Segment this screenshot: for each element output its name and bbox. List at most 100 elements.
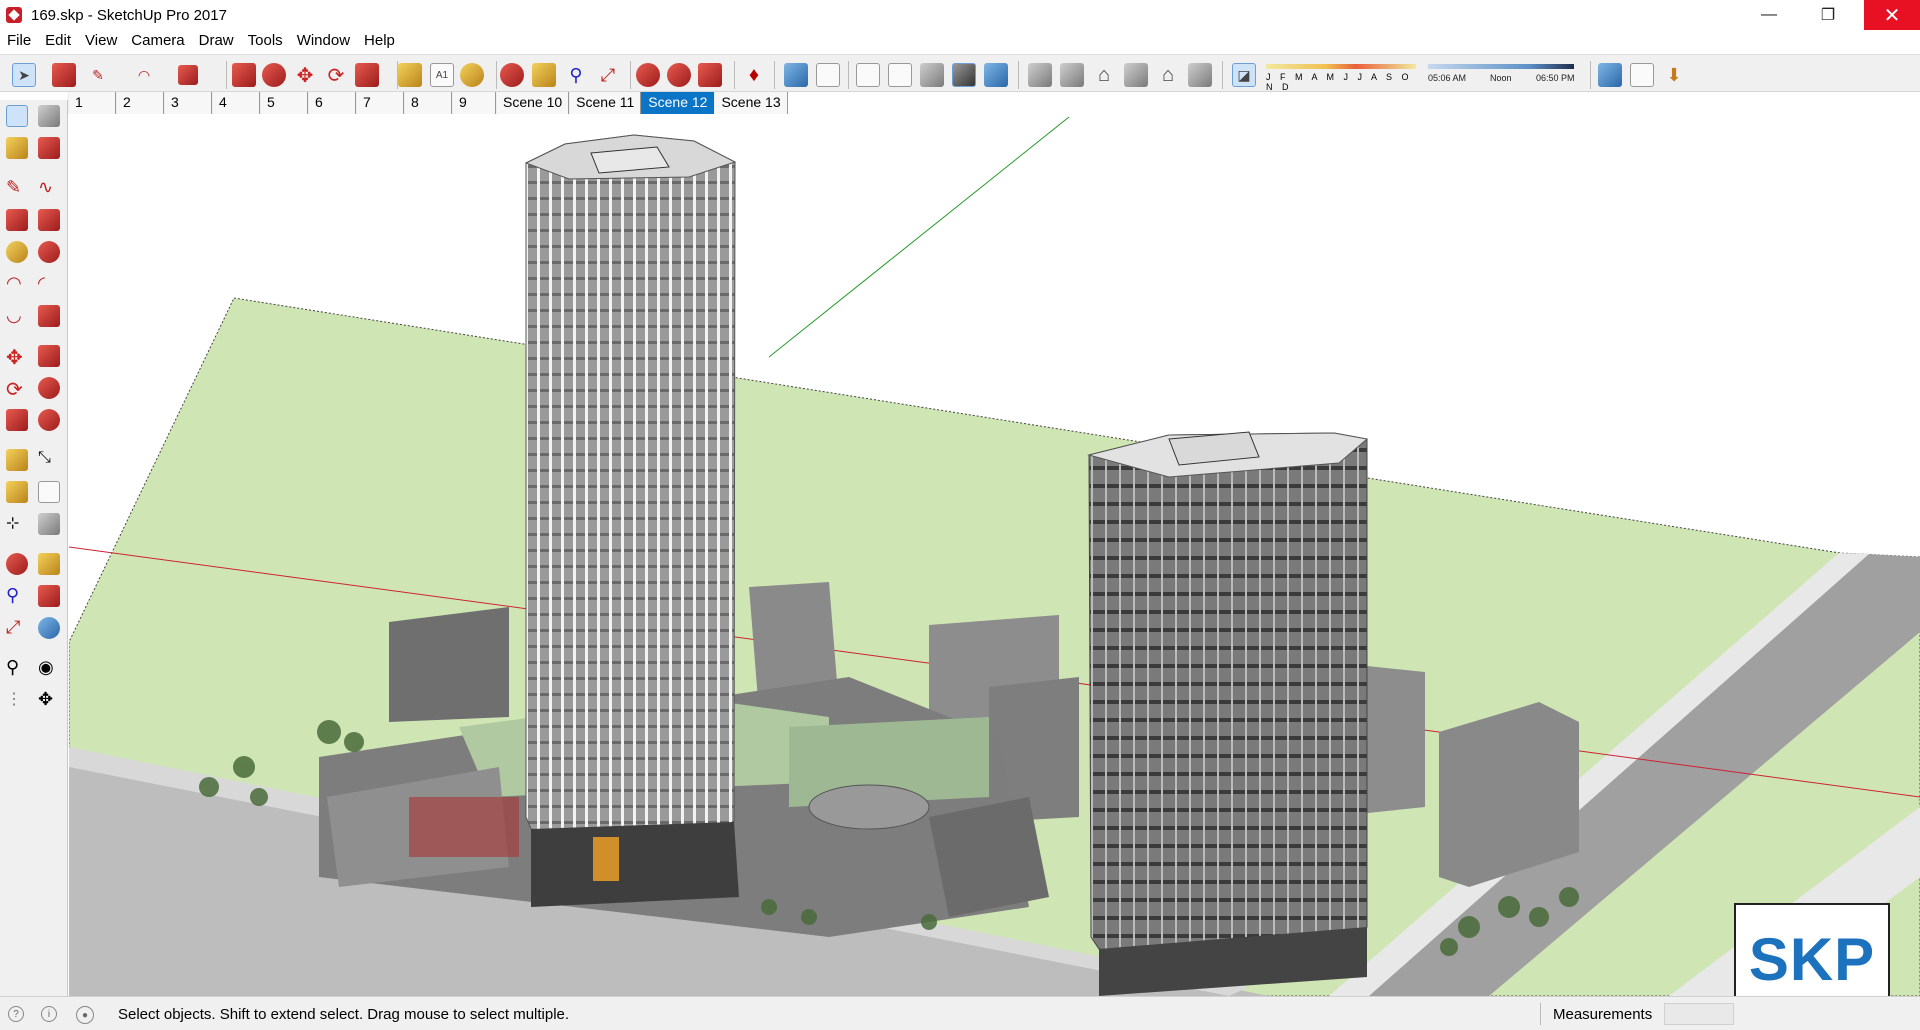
wireframe-icon[interactable]	[856, 63, 880, 87]
follow-me-tool-icon[interactable]	[38, 377, 60, 399]
ruby-icon[interactable]: ♦	[742, 63, 766, 87]
section-plane-icon[interactable]: ✥	[38, 689, 60, 711]
select-icon[interactable]: ➤	[12, 63, 36, 87]
time-slider[interactable]	[1428, 64, 1574, 69]
scene-tab-12[interactable]: Scene 12	[641, 92, 715, 114]
eraser-icon[interactable]	[52, 63, 76, 87]
scene-tab-11[interactable]: Scene 11	[569, 92, 642, 114]
scene-tab-6[interactable]: 6	[308, 92, 356, 114]
scene-tab-13[interactable]: Scene 13	[714, 92, 788, 114]
back-view-icon[interactable]: ⌂	[1156, 63, 1180, 87]
push-pull-icon[interactable]	[232, 63, 256, 87]
scene-tab-7[interactable]: 7	[356, 92, 404, 114]
axes-tool-icon[interactable]: ⊹	[6, 513, 28, 535]
scene-tab-10[interactable]: Scene 10	[496, 92, 570, 114]
polygon-tool-icon[interactable]	[38, 241, 60, 263]
follow-me-icon[interactable]	[262, 63, 286, 87]
measurements-input[interactable]	[1664, 1003, 1734, 1025]
layout-icon[interactable]	[698, 63, 722, 87]
back-edges-icon[interactable]	[816, 63, 840, 87]
add-location-icon[interactable]	[1598, 63, 1622, 87]
rotate-tool-icon[interactable]: ⟳	[6, 377, 28, 401]
menu-camera[interactable]: Camera	[124, 30, 191, 52]
push-pull-tool-icon[interactable]	[38, 345, 60, 367]
restore-button[interactable]: ❐	[1805, 0, 1851, 30]
rotate-icon[interactable]: ⟳	[324, 63, 348, 87]
top-view-icon[interactable]	[1060, 63, 1084, 87]
scene-tab-1[interactable]: 1	[68, 92, 116, 114]
scene-tab-5[interactable]: 5	[260, 92, 308, 114]
previous-view-icon[interactable]	[38, 617, 60, 639]
month-slider[interactable]	[1266, 64, 1416, 69]
geo-location-icon[interactable]: ?	[8, 1006, 24, 1022]
freehand-tool-icon[interactable]: ∿	[38, 177, 60, 199]
rectangle-tool-icon[interactable]	[6, 209, 28, 231]
eraser-tool-icon[interactable]	[38, 137, 60, 159]
close-button[interactable]: ✕	[1864, 0, 1920, 30]
position-camera-icon[interactable]: ⚲	[6, 657, 28, 679]
scale-tool-icon[interactable]	[6, 409, 28, 431]
orbit-icon[interactable]	[500, 63, 524, 87]
pan-tool-icon[interactable]	[38, 553, 60, 575]
two-point-arc-icon[interactable]: ◜	[38, 273, 60, 295]
pencil-icon[interactable]: ✎	[86, 63, 110, 87]
look-around-icon[interactable]: ◉	[38, 657, 60, 679]
zoom-icon[interactable]: ⚲	[564, 63, 588, 87]
minimize-button[interactable]: —	[1746, 0, 1792, 30]
right-view-icon[interactable]	[1124, 63, 1148, 87]
menu-help[interactable]: Help	[357, 30, 402, 52]
zoom-tool-icon[interactable]: ⚲	[6, 585, 28, 607]
credits-icon[interactable]: i	[41, 1006, 57, 1022]
photo-texture-icon[interactable]: ⬇	[1662, 63, 1686, 87]
zoom-window-icon[interactable]	[38, 585, 60, 607]
zoom-extents-icon[interactable]: ⤢	[596, 63, 620, 87]
left-view-icon[interactable]	[1188, 63, 1212, 87]
zoom-extents-tool-icon[interactable]: ⤢	[6, 617, 28, 639]
pie-tool-icon[interactable]	[38, 305, 60, 327]
model-viewport[interactable]	[69, 117, 1920, 996]
warehouse-icon[interactable]	[636, 63, 660, 87]
move-icon[interactable]: ✥	[293, 63, 317, 87]
move-tool-icon[interactable]: ✥	[6, 345, 28, 369]
user-account-icon[interactable]: ●	[76, 1006, 94, 1024]
circle-tool-icon[interactable]	[6, 241, 28, 263]
iso-view-icon[interactable]	[1028, 63, 1052, 87]
menu-file[interactable]: File	[0, 30, 38, 52]
scene-tab-8[interactable]: 8	[404, 92, 452, 114]
extension-icon[interactable]	[667, 63, 691, 87]
terrain-icon[interactable]	[1630, 63, 1654, 87]
menu-view[interactable]: View	[78, 30, 124, 52]
menu-window[interactable]: Window	[290, 30, 357, 52]
protractor-tool-icon[interactable]	[6, 481, 28, 503]
line-tool-icon[interactable]: ✎	[6, 177, 28, 199]
monochrome-icon[interactable]	[984, 63, 1008, 87]
walk-tool-icon[interactable]: ⋮	[6, 689, 28, 711]
shaded-textures-icon[interactable]	[952, 63, 976, 87]
menu-draw[interactable]: Draw	[192, 30, 241, 52]
front-view-icon[interactable]: ⌂	[1092, 63, 1116, 87]
shadows-toggle-icon[interactable]: ◪	[1232, 63, 1256, 87]
make-component-icon[interactable]	[38, 105, 60, 127]
text-tool-icon[interactable]	[38, 481, 60, 503]
xray-icon[interactable]	[784, 63, 808, 87]
three-point-arc-icon[interactable]: ◡	[6, 305, 28, 327]
scene-tab-4[interactable]: 4	[212, 92, 260, 114]
tape-measure-tool-icon[interactable]	[6, 449, 28, 471]
select-tool-icon[interactable]	[6, 105, 28, 127]
rotated-rectangle-icon[interactable]	[38, 209, 60, 231]
scene-tab-2[interactable]: 2	[116, 92, 164, 114]
3d-text-tool-icon[interactable]	[38, 513, 60, 535]
text-icon[interactable]: A1	[430, 63, 454, 87]
arc-icon[interactable]: ◠	[132, 63, 156, 87]
menu-edit[interactable]: Edit	[38, 30, 78, 52]
menu-tools[interactable]: Tools	[241, 30, 290, 52]
pan-icon[interactable]	[532, 63, 556, 87]
dimension-tool-icon[interactable]: ⤡	[38, 449, 60, 471]
arc-tool-icon[interactable]: ◠	[6, 273, 28, 295]
offset-tool-icon[interactable]	[38, 409, 60, 431]
tape-measure-icon[interactable]	[398, 63, 422, 87]
hidden-line-icon[interactable]	[888, 63, 912, 87]
shape-icon[interactable]	[178, 65, 198, 85]
orbit-tool-icon[interactable]	[6, 553, 28, 575]
paint-bucket-icon[interactable]	[460, 63, 484, 87]
